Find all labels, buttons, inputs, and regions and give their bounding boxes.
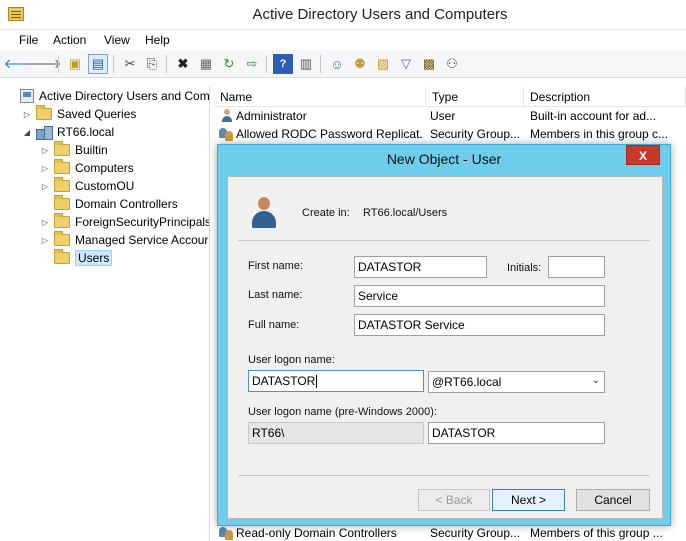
list-item[interactable]: Read-only Domain Controllers Security Gr… bbox=[214, 524, 686, 541]
folder-icon bbox=[54, 159, 70, 174]
help-icon[interactable]: ? bbox=[273, 54, 293, 74]
folder-icon bbox=[54, 213, 70, 228]
menu-file[interactable]: File bbox=[19, 33, 38, 47]
delete-icon[interactable]: ✖ bbox=[173, 54, 193, 74]
last-name-field[interactable]: Service bbox=[354, 285, 605, 307]
title-bar: Active Directory Users and Computers bbox=[0, 0, 686, 30]
folder-icon bbox=[54, 195, 70, 210]
logon-name-field[interactable]: DATASTOR bbox=[248, 370, 424, 392]
menu-help[interactable]: Help bbox=[145, 33, 170, 47]
initials-field[interactable] bbox=[548, 256, 605, 278]
tree-item-root[interactable]: Active Directory Users and Com bbox=[6, 87, 209, 105]
toolbar-separator bbox=[166, 55, 167, 73]
new-user-icon[interactable]: ☺ bbox=[327, 54, 347, 74]
full-name-field[interactable]: DATASTOR Service bbox=[354, 314, 605, 336]
forward-arrow-icon[interactable]: 🡒 bbox=[27, 54, 62, 74]
properties-icon[interactable]: ▦ bbox=[196, 54, 216, 74]
initials-label: Initials: bbox=[507, 262, 542, 274]
toolbar: 🡐 🡒 ▣ ▤ ✂ ⎘ ✖ ▦ ↻ ⇨ ? ▥ ☺ ⚉ ▧ ▽ ▩ ⚇ bbox=[0, 50, 686, 78]
toolbar-separator bbox=[58, 55, 59, 73]
logon-domain-select[interactable]: @RT66.local ⌄ bbox=[428, 371, 605, 393]
domain-icon bbox=[36, 125, 53, 140]
pre2000-domain-field: RT66\ bbox=[248, 422, 424, 444]
next-button[interactable]: Next > bbox=[492, 489, 565, 511]
tree-item-computers[interactable]: ▷ Computers bbox=[40, 159, 134, 177]
action-pane-icon[interactable]: ▥ bbox=[296, 54, 316, 74]
tree-item-customou[interactable]: ▷ CustomOU bbox=[40, 177, 134, 195]
logon-domain-value: @RT66.local bbox=[432, 375, 502, 389]
menu-bar: File Action View Help bbox=[0, 30, 686, 50]
create-in-path: RT66.local/Users bbox=[363, 207, 448, 219]
text-caret bbox=[316, 375, 318, 389]
folder-icon bbox=[54, 231, 70, 246]
cut-icon[interactable]: ✂ bbox=[120, 54, 140, 74]
chevron-right-icon[interactable]: ▷ bbox=[22, 110, 32, 119]
tree-item-saved-queries[interactable]: ▷ Saved Queries bbox=[22, 105, 136, 123]
chevron-right-icon[interactable]: ▷ bbox=[40, 146, 50, 155]
tree-item-managed-service-accounts[interactable]: ▷ Managed Service Accour bbox=[40, 231, 208, 249]
refresh-icon[interactable]: ↻ bbox=[219, 54, 239, 74]
chevron-right-icon[interactable]: ▷ bbox=[40, 218, 50, 227]
add-to-group-icon[interactable]: ⚇ bbox=[442, 54, 462, 74]
cancel-button[interactable]: Cancel bbox=[576, 489, 650, 511]
logon-name-value: DATASTOR bbox=[252, 374, 316, 388]
folder-icon bbox=[54, 141, 70, 156]
list-item[interactable]: Allowed RODC Password Replicat... Securi… bbox=[214, 125, 686, 143]
group-icon bbox=[218, 127, 234, 141]
folder-icon bbox=[36, 105, 52, 120]
export-list-icon[interactable]: ⇨ bbox=[242, 54, 262, 74]
chevron-right-icon[interactable]: ▷ bbox=[40, 182, 50, 191]
column-header-description[interactable]: Description bbox=[524, 87, 686, 107]
back-button[interactable]: < Back bbox=[418, 489, 490, 511]
new-user-dialog: New Object - User X Create in: RT66.loca… bbox=[217, 144, 671, 526]
close-icon[interactable]: X bbox=[626, 145, 660, 165]
new-ou-icon[interactable]: ▧ bbox=[373, 54, 393, 74]
folder-icon bbox=[54, 249, 70, 264]
menu-view[interactable]: View bbox=[104, 33, 130, 47]
dialog-title: New Object - User bbox=[386, 151, 502, 167]
new-group-icon[interactable]: ⚉ bbox=[350, 54, 370, 74]
chevron-right-icon[interactable]: ▷ bbox=[40, 164, 50, 173]
tree-item-domain[interactable]: ◢ RT66.local bbox=[22, 123, 114, 141]
dialog-body: Create in: RT66.local/Users First name: … bbox=[227, 176, 663, 519]
filter-icon[interactable]: ▽ bbox=[396, 54, 416, 74]
chevron-right-icon[interactable]: ▷ bbox=[40, 236, 50, 245]
folder-icon bbox=[54, 177, 70, 192]
window-title: Active Directory Users and Computers bbox=[252, 6, 508, 23]
find-icon[interactable]: ▩ bbox=[419, 54, 439, 74]
first-name-field[interactable]: DATASTOR bbox=[354, 256, 487, 278]
tree-item-users[interactable]: Users bbox=[40, 249, 113, 267]
full-name-label: Full name: bbox=[248, 319, 300, 331]
tree-item-domain-controllers[interactable]: Domain Controllers bbox=[40, 195, 178, 213]
last-name-label: Last name: bbox=[248, 289, 303, 301]
group-icon bbox=[218, 526, 234, 540]
toolbar-separator bbox=[113, 55, 114, 73]
pre2000-label: User logon name (pre-Windows 2000): bbox=[248, 406, 437, 418]
menu-action[interactable]: Action bbox=[53, 33, 86, 47]
chevron-down-icon[interactable]: ◢ bbox=[22, 128, 32, 137]
column-header-type[interactable]: Type bbox=[426, 87, 524, 107]
tree-item-foreign-security-principals[interactable]: ▷ ForeignSecurityPrincipals bbox=[40, 213, 209, 231]
directory-icon bbox=[20, 89, 34, 103]
tree-item-builtin[interactable]: ▷ Builtin bbox=[40, 141, 108, 159]
up-folder-icon[interactable]: ▣ bbox=[65, 54, 85, 74]
pre2000-logon-field[interactable]: DATASTOR bbox=[428, 422, 605, 444]
logon-name-label: User logon name: bbox=[248, 354, 335, 366]
console-tree: Active Directory Users and Com ▷ Saved Q… bbox=[0, 86, 210, 541]
divider bbox=[238, 240, 650, 241]
copy-icon[interactable]: ⎘ bbox=[142, 54, 162, 74]
user-icon bbox=[250, 197, 278, 229]
first-name-label: First name: bbox=[248, 260, 304, 272]
list-item[interactable]: Administrator User Built-in account for … bbox=[214, 107, 686, 125]
toolbar-separator bbox=[266, 55, 267, 73]
column-header-name[interactable]: Name bbox=[214, 87, 426, 107]
toolbar-separator bbox=[320, 55, 321, 73]
create-in-label: Create in: bbox=[302, 207, 350, 219]
user-icon bbox=[220, 109, 234, 123]
show-console-tree-icon[interactable]: ▤ bbox=[88, 54, 108, 74]
chevron-down-icon: ⌄ bbox=[591, 375, 600, 386]
divider bbox=[238, 475, 650, 476]
